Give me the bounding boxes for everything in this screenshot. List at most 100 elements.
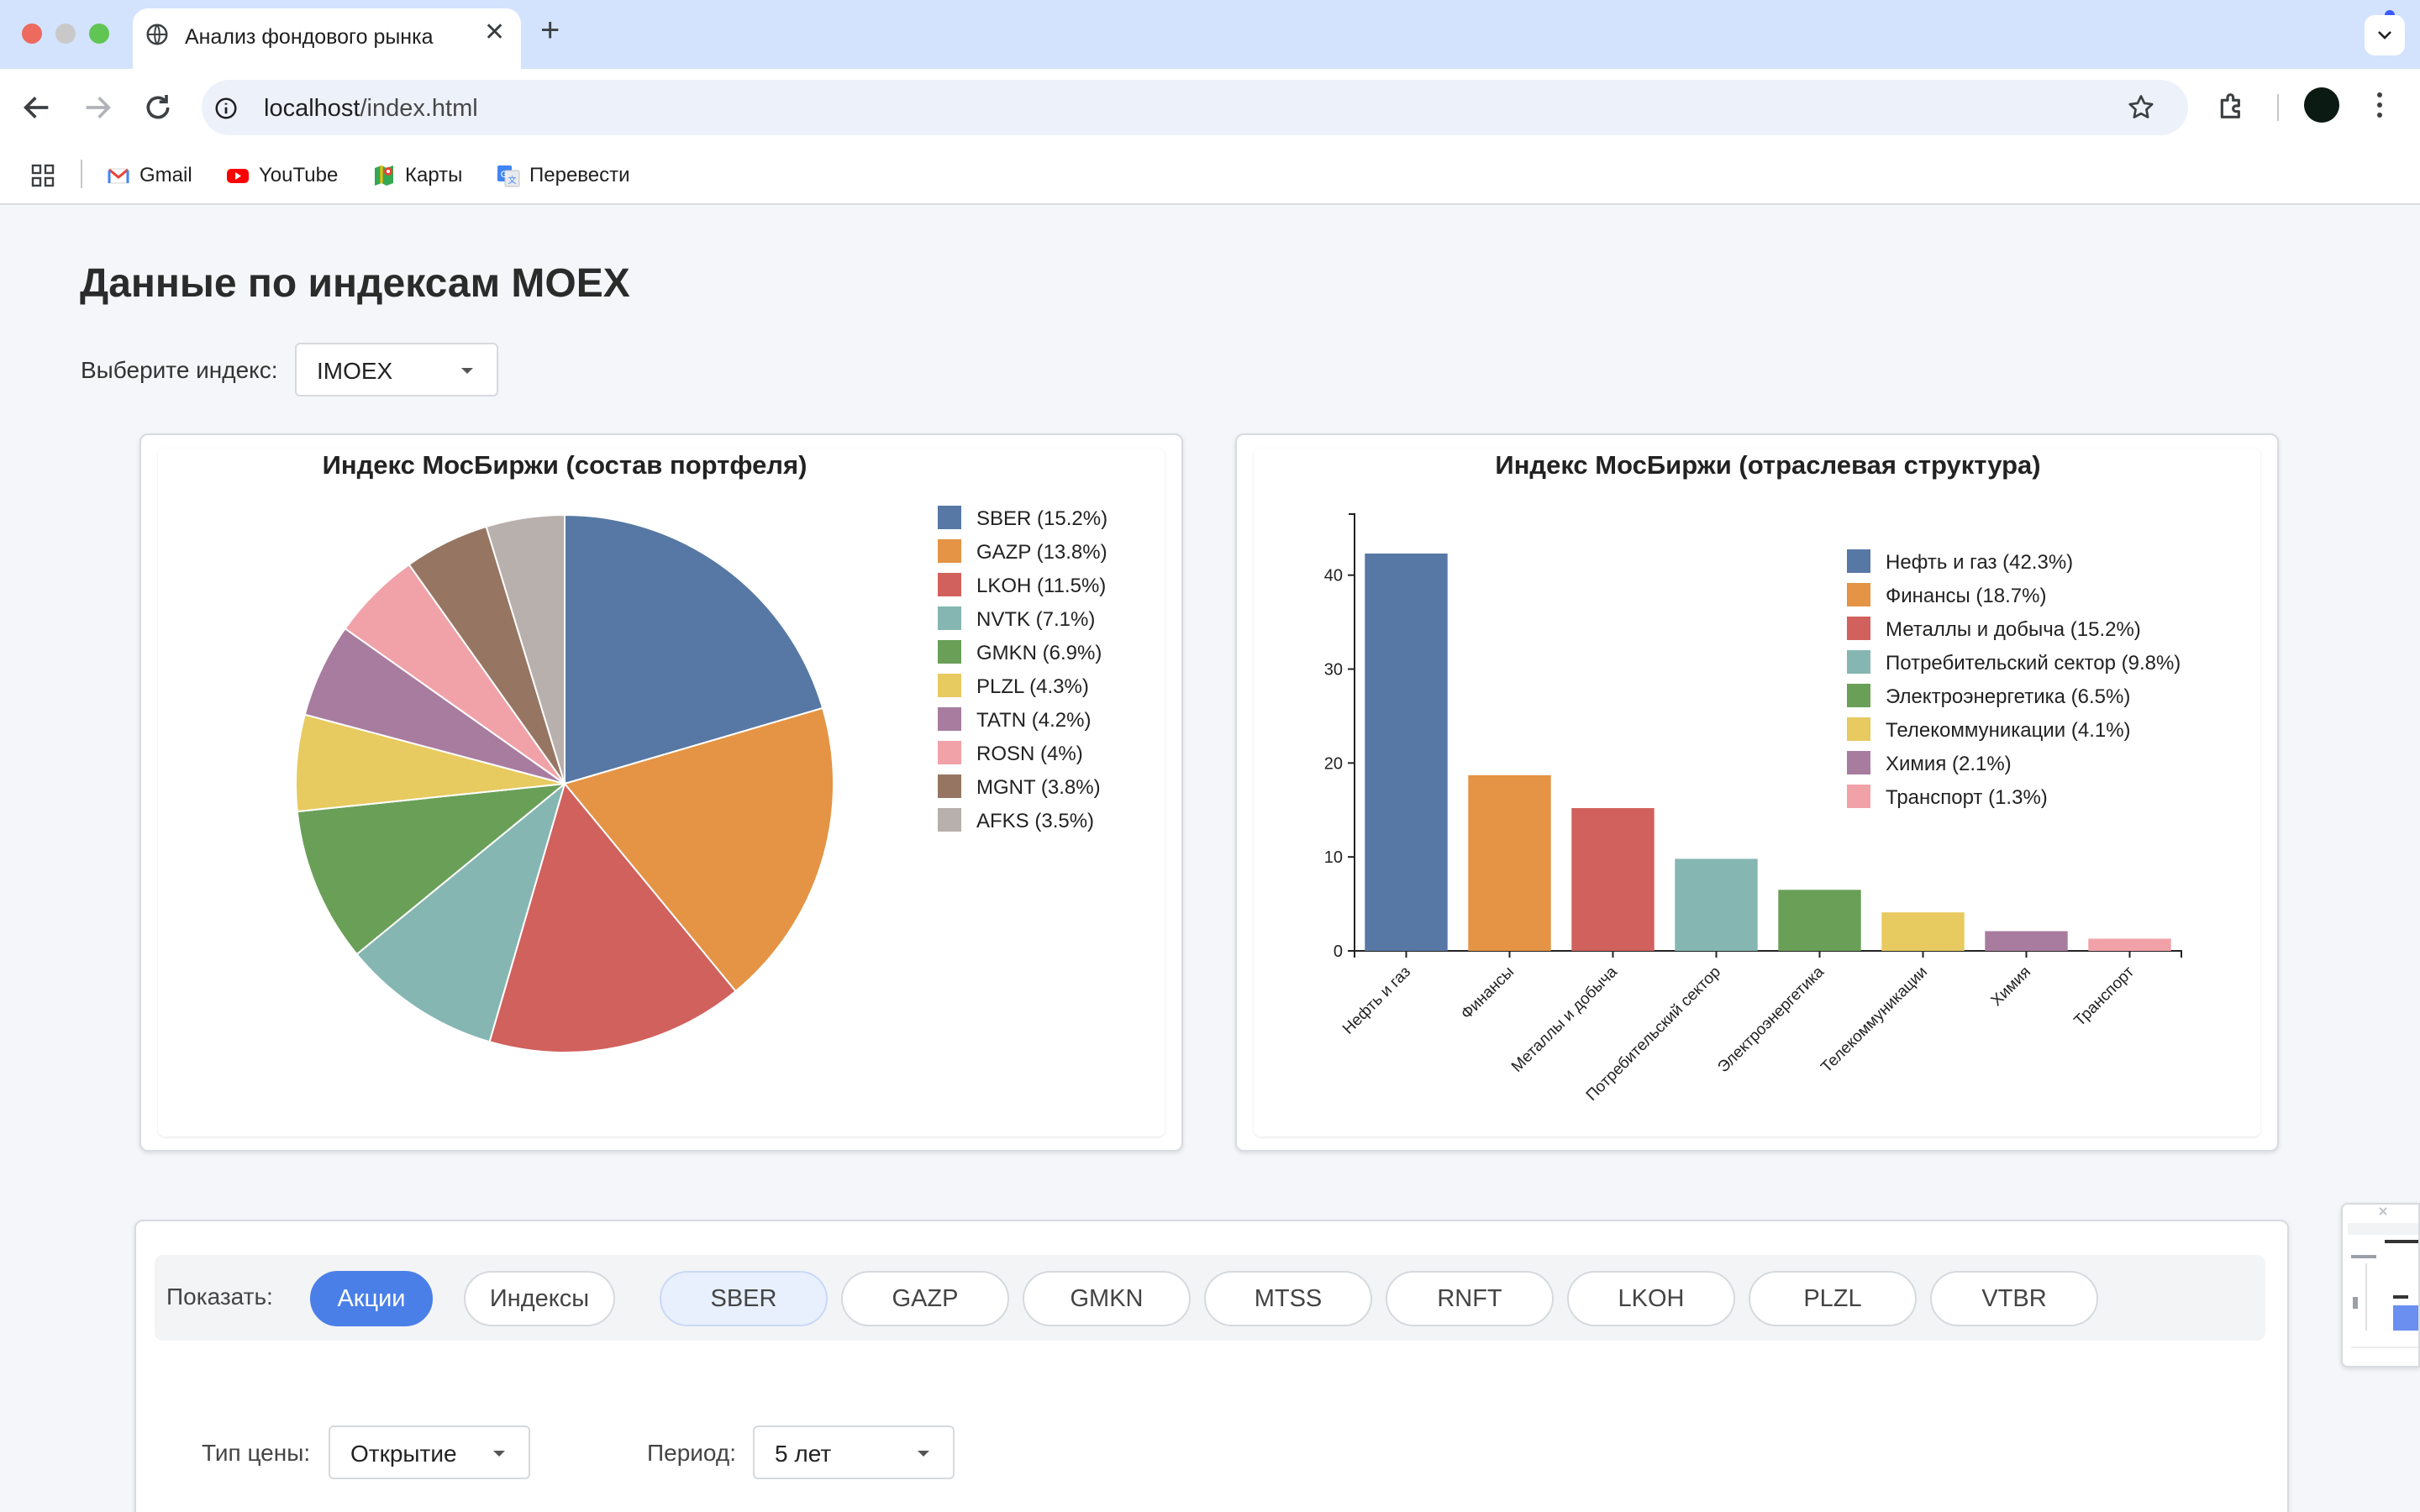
period-label: Период: xyxy=(647,1440,736,1466)
svg-text:文: 文 xyxy=(508,175,517,186)
index-select[interactable]: IMOEX xyxy=(295,343,498,396)
ticker-lkoh-button[interactable]: LKOH xyxy=(1567,1271,1735,1326)
back-arrow-icon[interactable] xyxy=(20,91,54,124)
legend-swatch xyxy=(938,573,961,596)
legend-label: LKOH (11.5%) xyxy=(976,575,1106,597)
bar-3[interactable] xyxy=(1571,808,1655,951)
legend-label: Электроэнергетика (6.5%) xyxy=(1886,685,2130,708)
window-minimize-button[interactable] xyxy=(55,24,76,44)
ticker-rnft-button[interactable]: RNFT xyxy=(1386,1271,1554,1326)
toggle-stocks-button[interactable]: Акции xyxy=(310,1271,433,1326)
legend-label: TATN (4.2%) xyxy=(976,709,1091,732)
pie-chart-title: Индекс МосБиржи (состав портфеля) xyxy=(323,450,808,480)
ticker-mtss-button[interactable]: MTSS xyxy=(1204,1271,1372,1326)
bookmark-label: YouTube xyxy=(259,164,339,186)
y-tick-label: 30 xyxy=(1324,661,1343,680)
gmail-icon xyxy=(108,168,129,184)
bar-chart-title: Индекс МосБиржи (отраслевая структура) xyxy=(1495,450,2040,480)
legend-swatch xyxy=(1847,684,1870,707)
legend-label: ROSN (4%) xyxy=(976,743,1083,765)
bar-5[interactable] xyxy=(1778,890,1861,951)
bookmark-label: Карты xyxy=(405,164,463,186)
more-menu-icon[interactable] xyxy=(2375,91,2385,119)
ticker-gazp-button[interactable]: GAZP xyxy=(841,1271,1009,1326)
legend-swatch xyxy=(938,707,961,731)
x-tick-label: Электроэнергетика xyxy=(1714,963,1828,1076)
period-select[interactable]: 5 лет xyxy=(753,1425,955,1479)
browser-tab-strip: Анализ фондового рынка ✕ + xyxy=(0,0,2420,69)
show-label: Показать: xyxy=(166,1284,273,1310)
bar-1[interactable] xyxy=(1365,553,1448,951)
extensions-icon[interactable] xyxy=(2215,89,2249,123)
window-close-button[interactable] xyxy=(22,24,42,44)
price-type-value: Открытие xyxy=(350,1441,457,1467)
chevron-down-icon xyxy=(2378,31,2391,39)
bar-7[interactable] xyxy=(1985,931,2068,951)
x-tick-label: Металлы и добыча xyxy=(1508,963,1621,1075)
legend-swatch xyxy=(1847,549,1870,573)
globe-icon xyxy=(146,24,168,45)
new-tab-icon[interactable]: + xyxy=(540,13,560,47)
legend-swatch xyxy=(938,774,961,798)
legend-swatch xyxy=(938,640,961,664)
site-info-icon[interactable] xyxy=(213,96,239,121)
tab-close-icon[interactable]: ✕ xyxy=(484,20,505,45)
ticker-gmkn-button[interactable]: GMKN xyxy=(1023,1271,1191,1326)
legend-swatch xyxy=(1847,751,1870,774)
legend-swatch xyxy=(938,506,961,529)
x-tick-label: Нефть и газ xyxy=(1339,963,1414,1038)
ticker-sber-button[interactable]: SBER xyxy=(660,1271,828,1326)
x-tick-label: Транспорт xyxy=(2071,963,2139,1030)
bar-6[interactable] xyxy=(1881,912,1965,951)
legend-swatch xyxy=(938,539,961,563)
caret-down-icon xyxy=(918,1451,929,1457)
price-type-label: Тип цены: xyxy=(202,1440,311,1466)
url-path: /index.html xyxy=(360,95,478,122)
legend-label: PLZL (4.3%) xyxy=(976,675,1089,698)
bar-8[interactable] xyxy=(2088,938,2171,951)
bookmark-label: Перевести xyxy=(529,164,630,186)
address-bar[interactable]: localhost/index.html xyxy=(202,80,2188,135)
browser-toolbar: localhost/index.html xyxy=(0,69,2420,146)
svg-text:G: G xyxy=(501,170,508,180)
x-axis-line xyxy=(1354,950,2182,958)
bookmark-label: Gmail xyxy=(139,164,192,186)
toggle-indices-button[interactable]: Индексы xyxy=(464,1271,615,1326)
window-zoom-button[interactable] xyxy=(89,24,109,44)
apps-grid-icon[interactable] xyxy=(30,163,55,188)
caret-down-icon xyxy=(461,368,473,374)
bookmark-translate[interactable]: G文 Перевести xyxy=(496,161,630,190)
legend-swatch xyxy=(938,741,961,764)
bar-2[interactable] xyxy=(1468,774,1551,951)
bookmark-maps[interactable]: Карты xyxy=(371,161,462,190)
ticker-plzl-button[interactable]: PLZL xyxy=(1749,1271,1917,1326)
forward-arrow-icon[interactable] xyxy=(81,91,114,124)
profile-avatar[interactable] xyxy=(2304,87,2339,123)
legend-swatch xyxy=(1847,583,1870,606)
legend-label: Транспорт (1.3%) xyxy=(1886,786,2048,809)
y-axis-line xyxy=(1349,513,1355,952)
ticker-vtbr-button[interactable]: VTBR xyxy=(1930,1271,2098,1326)
bookmarks-bar: Gmail YouTube Карты G文 Перевести xyxy=(0,146,2420,205)
side-preview-thumbnail[interactable] xyxy=(2341,1203,2420,1368)
bookmark-youtube[interactable]: YouTube xyxy=(225,161,338,190)
browser-tab-active[interactable]: Анализ фондового рынка ✕ xyxy=(133,8,521,69)
bookmark-gmail[interactable]: Gmail xyxy=(106,161,192,190)
price-type-select[interactable]: Открытие xyxy=(329,1425,530,1479)
bar-4[interactable] xyxy=(1675,858,1758,951)
reload-icon[interactable] xyxy=(141,91,175,124)
tab-search-button[interactable] xyxy=(2365,15,2405,55)
legend-swatch xyxy=(1847,650,1870,674)
pie-chart: Индекс МосБиржи (состав портфеля) SBER (… xyxy=(295,450,1107,1053)
legend-label: GAZP (13.8%) xyxy=(976,541,1107,564)
legend-swatch xyxy=(1847,717,1870,741)
tab-title: Анализ фондового рынка xyxy=(185,25,434,49)
youtube-icon xyxy=(227,169,249,183)
legend-label: MGNT (3.8%) xyxy=(976,776,1101,799)
maps-icon xyxy=(375,165,393,186)
period-value: 5 лет xyxy=(775,1441,832,1467)
caret-down-icon xyxy=(493,1451,505,1457)
bookmark-star-icon[interactable] xyxy=(2126,92,2156,123)
translate-icon: G文 xyxy=(497,165,520,187)
y-tick-label: 10 xyxy=(1324,848,1343,867)
